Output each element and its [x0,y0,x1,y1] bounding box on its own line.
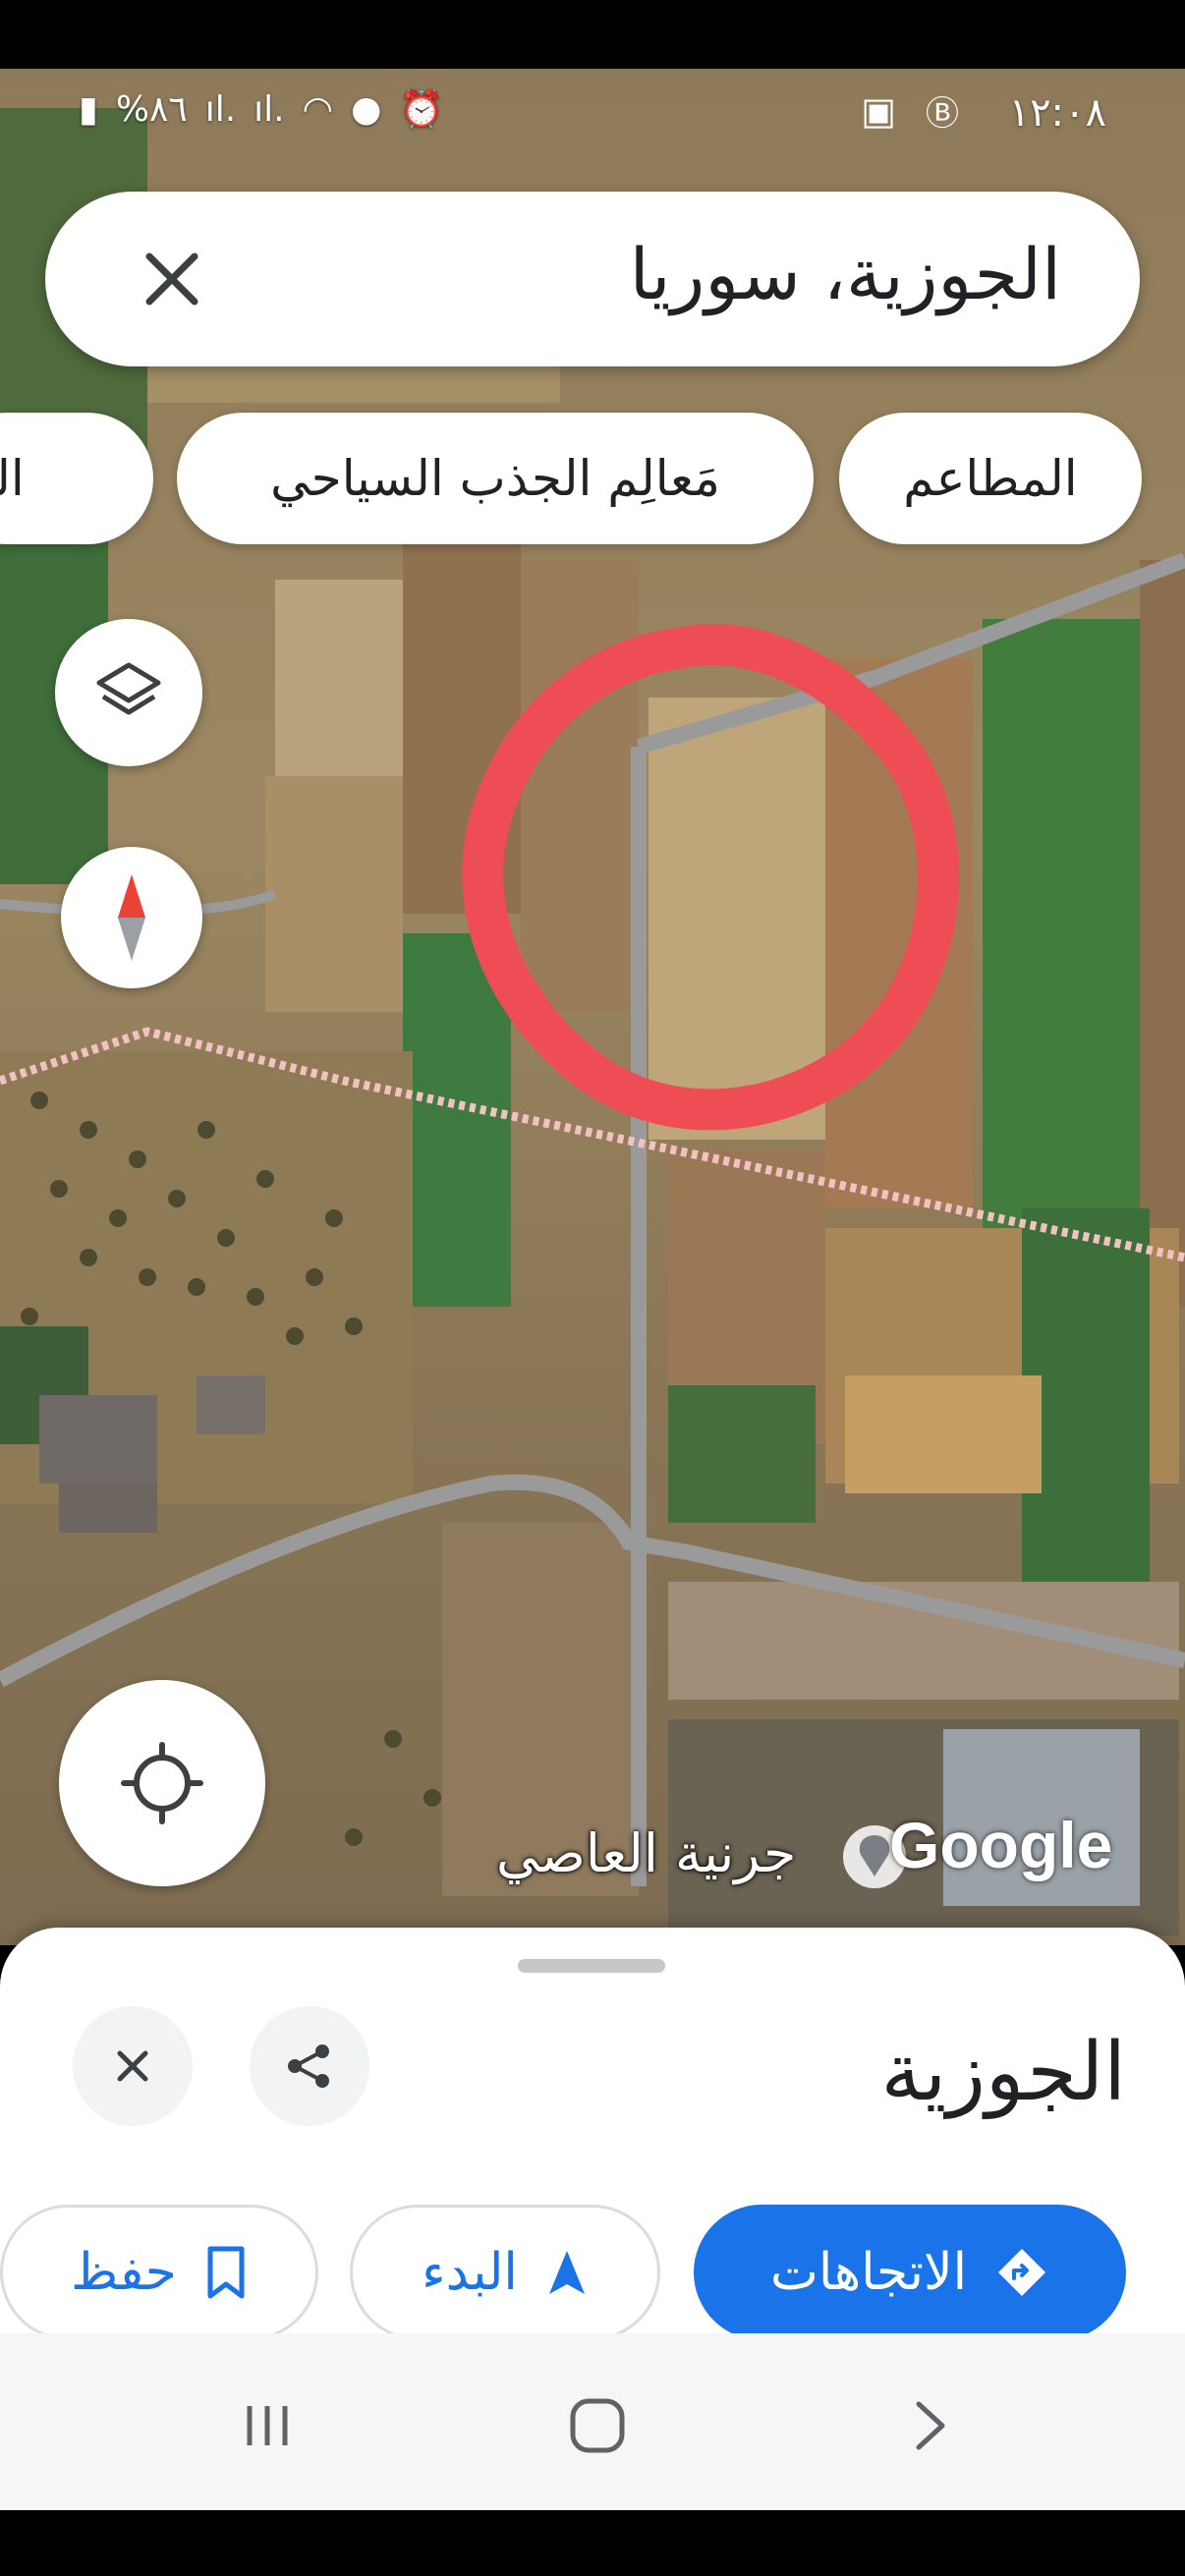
chip-hotels[interactable]: الفنا [0,413,153,544]
save-label: حفظ [71,2243,177,2302]
save-button[interactable]: حفظ [0,2205,318,2340]
home-button[interactable] [558,2386,637,2465]
directions-icon [998,2249,1046,2296]
search-query[interactable]: الجوزية، سوريا [630,233,1061,315]
my-location-icon [121,1742,203,1824]
chip-attractions[interactable]: مَعالِم الجذب السياحي [177,413,814,544]
layers-icon [96,662,161,715]
back-icon [916,2401,945,2450]
close-icon [117,2050,148,2082]
place-title: الجوزية [880,2026,1126,2119]
directions-button[interactable]: الاتجاهات [694,2205,1126,2340]
system-nav-bar [0,2333,1185,2510]
status-icons-left: ▮ %٨٦ ıl. ıl. ◠ ● ⏰ [79,88,444,131]
share-icon [288,2044,329,2088]
place-sheet: الجوزية الاتجاهات البدء حفظ [0,1928,1185,2340]
directions-label: الاتجاهات [769,2243,968,2302]
close-icon[interactable] [134,241,210,317]
location-icon: ● [351,88,382,130]
start-label: البدء [422,2243,518,2302]
google-logo: Google [889,1809,1113,1881]
screen: ▮ %٨٦ ıl. ıl. ◠ ● ⏰ ▣ Ⓑ ١٢:٠٨ الجوزية، س… [0,0,1185,2576]
status-time: ١٢:٠٨ [1008,90,1106,136]
status-icons-right: ▣ Ⓑ [861,86,959,135]
battery-level: %٨٦ [115,88,188,130]
map-place-label[interactable]: جرنية العاصي [496,1822,796,1884]
battery-icon: ▮ [79,88,98,130]
start-button[interactable]: البدء [350,2205,660,2340]
sheet-handle[interactable] [518,1959,665,1973]
compass-icon [118,874,145,961]
layers-button[interactable] [55,619,202,766]
gallery-icon: ▣ [861,88,896,133]
category-chips: المطاعم مَعالِم الجذب السياحي الفنا [0,413,1185,550]
chip-restaurants[interactable]: المطاعم [839,413,1142,544]
signal-icon-2: ıl. [254,88,285,130]
back-button[interactable] [890,2386,969,2465]
close-sheet-button[interactable] [73,2006,193,2126]
signal-icon: ıl. [204,88,237,130]
alarm-icon: ⏰ [399,89,444,130]
wifi-icon: ◠ [302,88,334,130]
my-location-button[interactable] [59,1680,265,1886]
home-icon [570,2398,625,2453]
compass-button[interactable] [61,847,202,988]
bookmark-icon [207,2246,245,2299]
navigation-icon [548,2251,585,2294]
search-bar[interactable]: الجوزية، سوريا [45,192,1140,366]
b-icon: Ⓑ [926,94,959,134]
recent-apps-button[interactable] [228,2386,307,2465]
recent-apps-icon [247,2406,288,2445]
share-button[interactable] [250,2006,369,2126]
